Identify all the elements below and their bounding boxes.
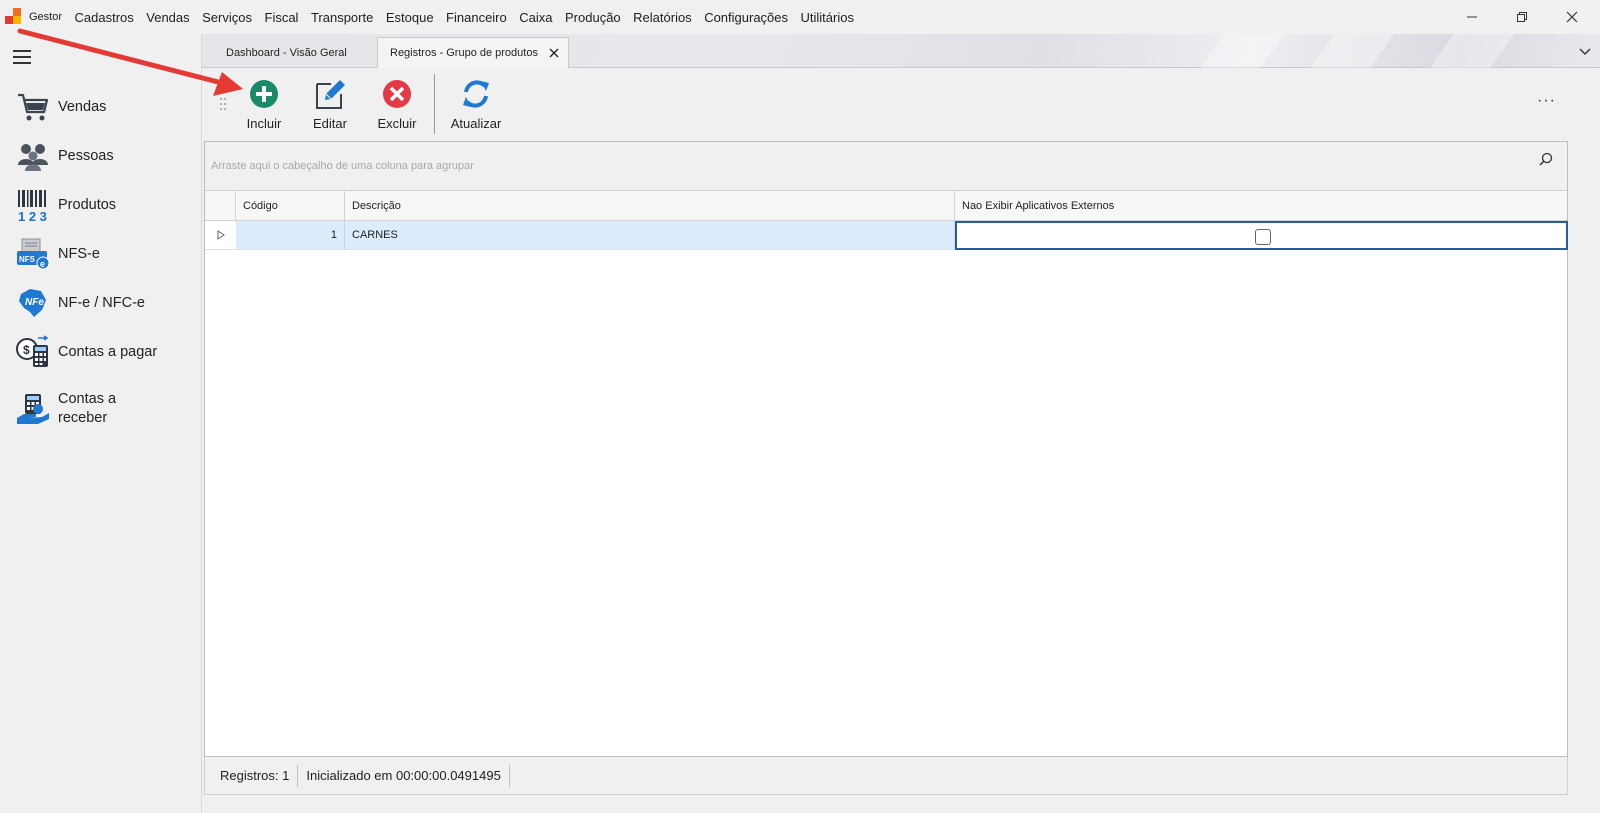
menu-transporte[interactable]: Transporte: [311, 10, 373, 25]
sidebar-item-label: NFS-e: [58, 245, 100, 262]
menu-configuracoes[interactable]: Configurações: [704, 10, 788, 25]
status-registros: Registros: 1: [205, 764, 299, 787]
restore-icon: [1517, 12, 1527, 22]
excluir-label: Excluir: [377, 116, 417, 131]
column-header-label: Descrição: [352, 199, 401, 212]
sidebar-item-label: NF-e / NFC-e: [58, 294, 145, 311]
group-panel-hint: Arraste aqui o cabeçalho de uma coluna p…: [211, 160, 474, 172]
menu-servicos[interactable]: Serviços: [202, 10, 252, 25]
sidebar-item-pessoas[interactable]: Pessoas: [16, 136, 196, 176]
menu-caixa[interactable]: Caixa: [519, 10, 552, 25]
column-header-label: Código: [243, 199, 278, 212]
row-indicator-header: [205, 191, 236, 221]
table-cell-descricao[interactable]: CARNES: [345, 221, 955, 250]
tab-label: Registros - Grupo de produtos: [390, 47, 538, 59]
restore-button[interactable]: [1497, 0, 1547, 34]
menu-cadastros[interactable]: Cadastros: [75, 10, 134, 25]
column-header-label: Nao Exibir Aplicativos Externos: [962, 199, 1115, 212]
sidebar-item-contas-a-pagar[interactable]: $ Contas a pagar: [16, 332, 196, 372]
sidebar: Vendas Pessoas 1 2 3 Produtos NFS e NFS-…: [0, 34, 202, 813]
menu-vendas[interactable]: Vendas: [146, 10, 189, 25]
people-icon: [18, 144, 48, 171]
sidebar-item-label: Contas a pagar: [58, 343, 158, 360]
nfe-icon: NFe: [19, 289, 46, 317]
toolbar: Incluir Editar Excluir Atualizar ···: [204, 68, 1568, 141]
svg-text:e: e: [40, 259, 45, 269]
delete-circle-icon: [383, 80, 411, 108]
app-logo-icon: [5, 8, 21, 24]
menu-producao[interactable]: Produção: [565, 10, 621, 25]
menu-estoque[interactable]: Estoque: [386, 10, 434, 25]
chevron-down-icon[interactable]: [1578, 44, 1592, 58]
cell-value: CARNES: [352, 229, 398, 241]
status-bar: Registros: 1 Inicializado em 00:00:00.04…: [204, 757, 1568, 795]
svg-text:NFS: NFS: [19, 255, 36, 264]
refresh-icon: [463, 80, 489, 108]
cell-value: 1: [330, 229, 337, 241]
data-grid: Arraste aqui o cabeçalho de uma coluna p…: [204, 141, 1568, 757]
menu-utilitarios[interactable]: Utilitários: [801, 10, 854, 25]
barcode-icon: 1 2 3: [18, 190, 47, 222]
sidebar-item-label: Pessoas: [58, 147, 114, 164]
close-icon[interactable]: [548, 47, 560, 59]
calculator-money-icon: $: [16, 335, 49, 367]
nfse-icon: NFS e: [17, 238, 50, 270]
hand-money-icon: [17, 394, 49, 424]
close-button[interactable]: [1547, 0, 1597, 34]
sidebar-item-label: Produtos: [58, 196, 117, 213]
atualizar-label: Atualizar: [450, 116, 502, 131]
sidebar-item-produtos[interactable]: 1 2 3 Produtos: [16, 185, 196, 225]
incluir-button[interactable]: Incluir: [234, 78, 294, 136]
expand-triangle-icon: [217, 230, 225, 240]
edit-icon: [316, 80, 345, 109]
sidebar-item-nfe[interactable]: NFe NF-e / NFC-e: [16, 283, 196, 323]
svg-text:$: $: [23, 343, 30, 357]
column-header-nao-exibir[interactable]: Nao Exibir Aplicativos Externos: [955, 191, 1567, 221]
incluir-label: Incluir: [246, 116, 282, 131]
row-expand-button[interactable]: [205, 221, 236, 250]
column-header-codigo[interactable]: Código: [236, 191, 345, 221]
column-header-descricao[interactable]: Descrição: [345, 191, 955, 221]
toolbar-separator: [434, 74, 435, 134]
menu-relatorios[interactable]: Relatórios: [633, 10, 692, 25]
minimize-button[interactable]: [1447, 0, 1497, 34]
sidebar-item-label: Contas a receber: [58, 391, 117, 426]
editar-label: Editar: [313, 116, 347, 131]
group-panel[interactable]: Arraste aqui o cabeçalho de uma coluna p…: [205, 142, 1567, 191]
hamburger-menu-icon[interactable]: [13, 50, 31, 64]
minimize-icon: [1467, 16, 1477, 18]
search-icon[interactable]: [1539, 152, 1553, 166]
menu-financeiro[interactable]: Financeiro: [446, 10, 507, 25]
add-circle-icon: [250, 80, 278, 108]
status-inicializado: Inicializado em 00:00:00.0491495: [298, 764, 510, 787]
menu-gestor[interactable]: Gestor: [29, 11, 62, 23]
svg-text:NFe: NFe: [25, 297, 44, 308]
sidebar-item-contas-a-receber[interactable]: Contas a receber: [16, 387, 196, 431]
sidebar-item-vendas[interactable]: Vendas: [16, 87, 196, 127]
atualizar-button[interactable]: Atualizar: [446, 78, 506, 136]
tab-dashboard[interactable]: Dashboard - Visão Geral: [214, 37, 377, 68]
menu-fiscal[interactable]: Fiscal: [265, 10, 299, 25]
menu-bar: Gestor Cadastros Vendas Serviços Fiscal …: [0, 0, 1600, 34]
shopping-cart-icon: [18, 93, 49, 121]
editar-button[interactable]: Editar: [300, 78, 360, 136]
tab-label: Dashboard - Visão Geral: [226, 46, 347, 59]
excluir-button[interactable]: Excluir: [367, 78, 427, 136]
nao-exibir-checkbox[interactable]: [1255, 229, 1271, 245]
sidebar-item-nfse[interactable]: NFS e NFS-e: [16, 234, 196, 274]
more-options-button[interactable]: ···: [1537, 92, 1556, 110]
tab-strip: Dashboard - Visão Geral Registros - Grup…: [202, 34, 1600, 68]
tab-registros-grupo-produtos[interactable]: Registros - Grupo de produtos: [377, 37, 569, 68]
close-icon: [1566, 11, 1578, 23]
sidebar-item-label: Vendas: [58, 98, 107, 115]
svg-text:1 2 3: 1 2 3: [18, 209, 47, 222]
table-cell-nao-exibir[interactable]: [955, 221, 1568, 250]
drag-grip-icon[interactable]: [219, 97, 227, 111]
table-cell-codigo[interactable]: 1: [236, 221, 345, 250]
